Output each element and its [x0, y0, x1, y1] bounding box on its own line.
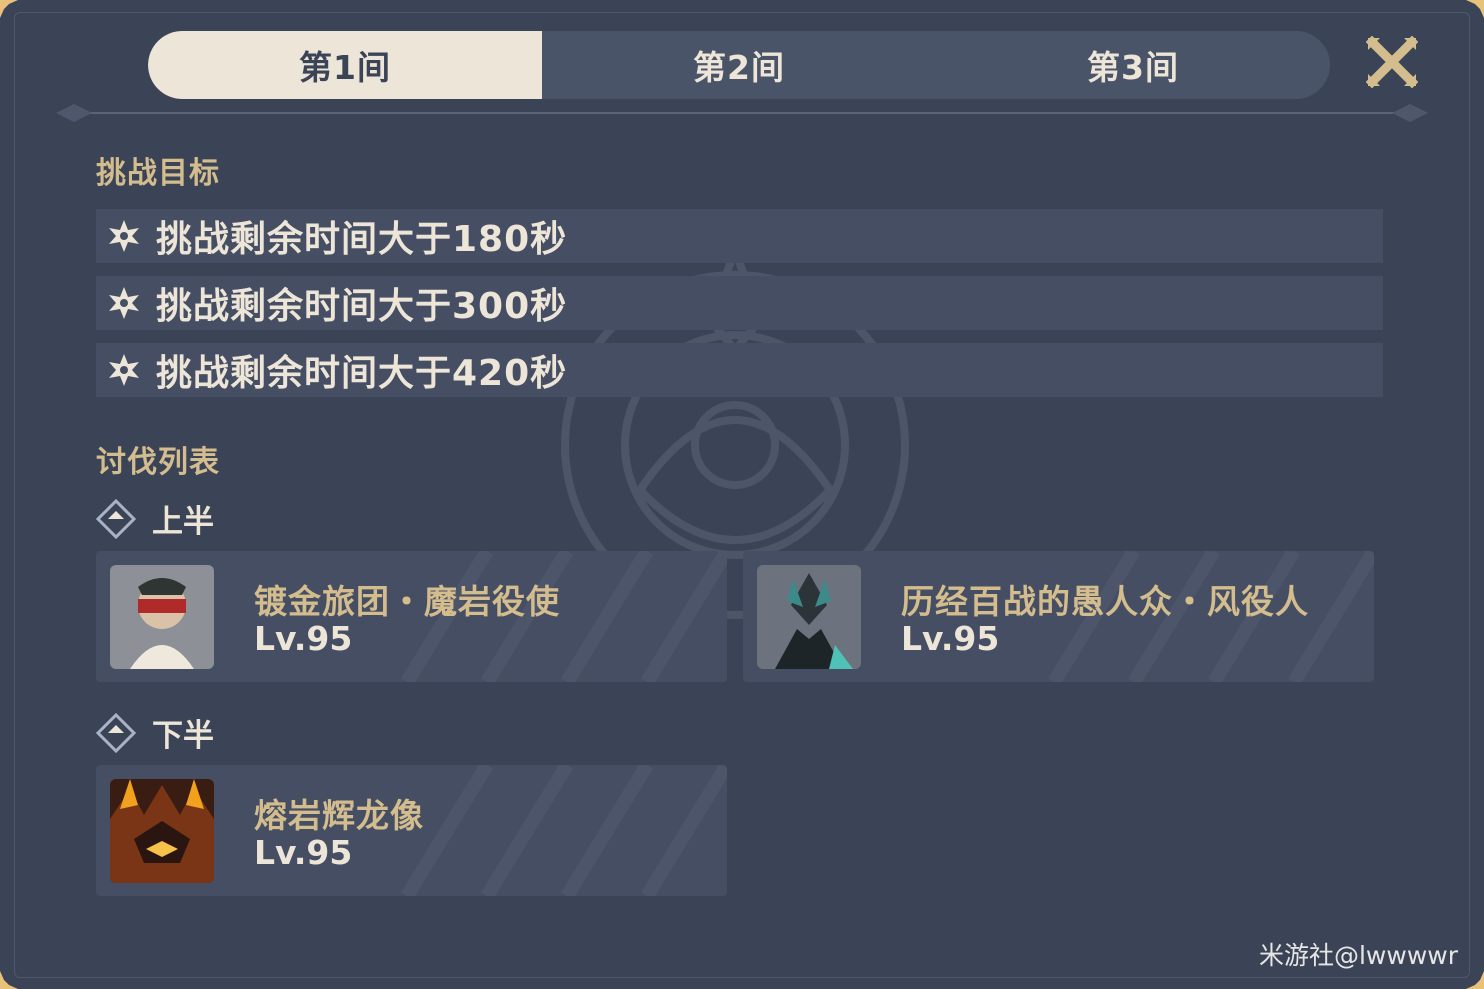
- enemy-card[interactable]: 熔岩辉龙像 Lv.95: [96, 765, 727, 896]
- diamond-icon: [96, 712, 136, 753]
- corner-ornament-icon: [1466, 0, 1484, 18]
- floor-tabs: 第1间 第2间 第3间: [148, 31, 1330, 99]
- enemy-portrait: [110, 565, 214, 669]
- enemy-level: Lv.95: [901, 619, 1000, 658]
- tab-floor-3[interactable]: 第3间: [936, 31, 1330, 99]
- star-icon: [106, 218, 142, 254]
- second-half-label: 下半: [96, 710, 214, 755]
- corner-ornament-icon: [1466, 971, 1484, 989]
- star-icon: [106, 352, 142, 388]
- enemy-level: Lv.95: [254, 833, 353, 872]
- tab-floor-2[interactable]: 第2间: [542, 31, 936, 99]
- challenge-goals-title: 挑战目标: [96, 156, 220, 191]
- goal-row: 挑战剩余时间大于180秒: [96, 209, 1383, 263]
- header-divider: [50, 100, 1434, 126]
- enemy-card[interactable]: 镀金旅团・魔岩役使 Lv.95: [96, 551, 727, 682]
- tab-floor-1[interactable]: 第1间: [148, 31, 542, 99]
- goal-text: 挑战剩余时间大于300秒: [156, 286, 568, 327]
- first-half-text: 上半: [152, 504, 214, 540]
- goal-row: 挑战剩余时间大于300秒: [96, 276, 1383, 330]
- close-button[interactable]: [1366, 36, 1418, 88]
- goal-text: 挑战剩余时间大于180秒: [156, 219, 568, 260]
- enemy-name: 镀金旅团・魔岩役使: [254, 582, 560, 621]
- second-half-text: 下半: [152, 718, 214, 754]
- enemy-card[interactable]: 历经百战的愚人众・风役人 Lv.95: [743, 551, 1374, 682]
- corner-ornament-icon: [0, 0, 18, 18]
- first-half-label: 上半: [96, 496, 214, 541]
- enemy-level: Lv.95: [254, 619, 353, 658]
- enemy-list-title: 讨伐列表: [96, 445, 220, 480]
- enemy-portrait: [757, 565, 861, 669]
- enemy-name: 历经百战的愚人众・风役人: [901, 582, 1309, 621]
- watermark: 米游社@lwwwwr: [1258, 941, 1458, 970]
- enemy-portrait: [110, 779, 214, 883]
- enemy-name: 熔岩辉龙像: [254, 796, 424, 835]
- corner-ornament-icon: [0, 971, 18, 989]
- diamond-icon: [96, 498, 136, 539]
- goal-text: 挑战剩余时间大于420秒: [156, 353, 568, 394]
- close-x-icon: [1366, 36, 1418, 88]
- star-icon: [106, 285, 142, 321]
- goal-row: 挑战剩余时间大于420秒: [96, 343, 1383, 397]
